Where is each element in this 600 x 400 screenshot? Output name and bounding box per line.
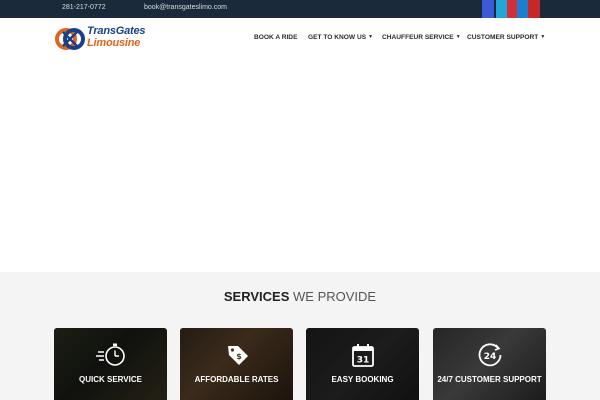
service-card-affordable-rates[interactable]: $ AFFORDABLE RATES <box>180 328 293 400</box>
nav-label: CHAUFFEUR SERVICE <box>382 34 454 41</box>
services-heading: SERVICES WE PROVIDE <box>0 289 600 304</box>
service-card-quick-service[interactable]: QUICK SERVICE <box>54 328 167 400</box>
nav-chauffeur-service[interactable]: CHAUFFEUR SERVICE ▼ <box>382 34 461 41</box>
heading-bold: SERVICES <box>223 289 290 304</box>
svg-text:31: 31 <box>356 356 369 366</box>
card-label: AFFORDABLE RATES <box>194 375 279 384</box>
nav-label: GET TO KNOW US <box>308 34 367 41</box>
nav-book-a-ride[interactable]: BOOK A RIDE <box>254 34 297 41</box>
hero-banner <box>0 60 600 272</box>
calendar-icon: 31 <box>351 344 374 367</box>
caret-down-icon: ▼ <box>368 34 374 40</box>
nav-label: BOOK A RIDE <box>254 34 298 41</box>
svg-text:$: $ <box>236 352 242 361</box>
card-label: 24/7 CUSTOMER SUPPORT <box>437 375 542 384</box>
email-link[interactable]: book@transgateslimo.com <box>144 4 227 11</box>
stopwatch-icon <box>95 343 125 366</box>
top-bar: 281-217-0772 book@transgateslimo.com <box>0 0 600 18</box>
service-card-24-7-support[interactable]: 24 24/7 CUSTOMER SUPPORT <box>433 328 546 400</box>
card-label: QUICK SERVICE <box>79 375 142 384</box>
youtube-icon[interactable] <box>528 0 540 18</box>
nav-customer-support[interactable]: CUSTOMER SUPPORT ▼ <box>467 34 545 41</box>
nav-get-to-know-us[interactable]: GET TO KNOW US ▼ <box>308 34 373 41</box>
caret-down-icon: ▼ <box>455 34 461 40</box>
card-label: EASY BOOKING <box>331 375 394 384</box>
caret-down-icon: ▼ <box>540 34 546 40</box>
services-section: SERVICES WE PROVIDE QUICK SERVICE $ AFFO… <box>0 272 600 400</box>
heading-light: WE PROVIDE <box>293 289 377 304</box>
svg-text:24: 24 <box>483 352 496 362</box>
24-hour-icon: 24 <box>478 343 501 367</box>
price-tag-icon: $ <box>227 346 248 365</box>
service-card-easy-booking[interactable]: 31 EASY BOOKING <box>306 328 419 400</box>
main-navigation: BOOK A RIDE GET TO KNOW US ▼ CHAUFFEUR SE… <box>0 34 600 46</box>
site-header: TransGates Limousine BOOK A RIDE GET TO … <box>0 18 600 60</box>
facebook-icon[interactable] <box>482 0 494 18</box>
phone-number[interactable]: 281-217-0772 <box>62 4 106 11</box>
nav-label: CUSTOMER SUPPORT <box>467 34 539 41</box>
